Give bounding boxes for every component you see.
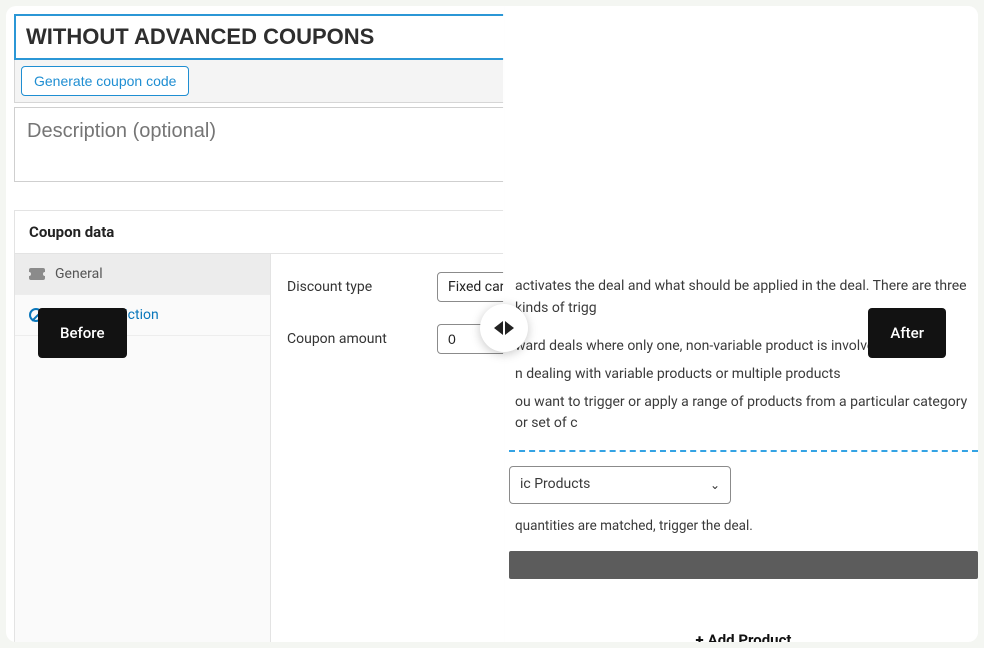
- coupon-amount-label: Coupon amount: [287, 331, 407, 347]
- add-product-label: Add Product: [708, 631, 792, 642]
- discount-type-label: Discount type: [287, 279, 407, 295]
- after-bullet-3: ou want to trigger or apply a range of p…: [515, 389, 978, 438]
- after-bullet-2: n dealing with variable products or mult…: [515, 361, 978, 389]
- generate-coupon-code-button[interactable]: Generate coupon code: [21, 66, 189, 96]
- ticket-icon: [29, 268, 45, 280]
- trigger-type-select[interactable]: ic Products ⌄: [509, 466, 731, 504]
- tab-general[interactable]: General: [15, 254, 270, 295]
- chevron-left-icon: [494, 321, 503, 335]
- chevron-down-icon: ⌄: [710, 476, 720, 495]
- comparison-slider-handle[interactable]: [480, 304, 528, 352]
- dashed-divider-blue-1: [509, 450, 978, 452]
- add-product-button[interactable]: + Add Product: [509, 625, 978, 642]
- trigger-type-select-text: ic Products: [520, 474, 590, 496]
- plus-icon: +: [696, 631, 704, 642]
- before-badge: Before: [38, 308, 127, 358]
- table-header-bar: [509, 551, 978, 579]
- comparison-frame: Generate coupon code Coupon data General…: [6, 6, 978, 642]
- tab-general-label: General: [55, 266, 103, 282]
- chevron-right-icon: [505, 321, 514, 335]
- trigger-hint-text: quantities are matched, trigger the deal…: [509, 516, 978, 537]
- after-badge: After: [868, 308, 946, 358]
